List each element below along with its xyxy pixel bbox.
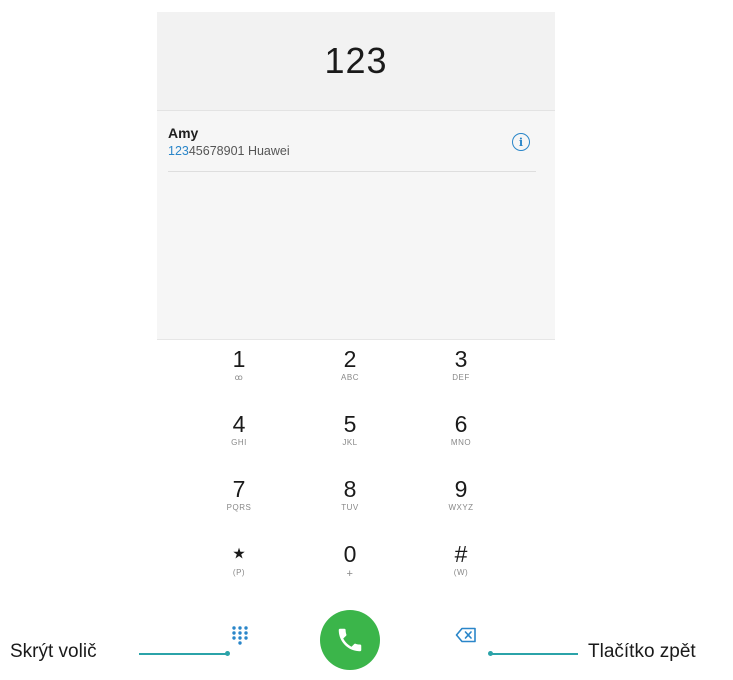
key-3[interactable]: 3 DEF [416, 346, 506, 398]
key-4[interactable]: 4 GHI [194, 411, 284, 463]
key-letters: JKL [342, 438, 358, 447]
dialer-screen: 123 Amy 12345678901 Huawei i 1 ꝏ 2 ABC 3… [157, 12, 555, 680]
phone-icon [338, 628, 362, 652]
matched-digits: 123 [168, 144, 189, 158]
contact-list-item[interactable]: Amy 12345678901 Huawei i [168, 125, 538, 173]
key-2[interactable]: 2 ABC [305, 346, 395, 398]
key-digit: ⋆ [229, 537, 249, 570]
key-digit: 0 [343, 541, 357, 567]
backspace-button[interactable] [455, 627, 477, 643]
key-7[interactable]: 7 PQRS [194, 476, 284, 528]
call-button[interactable] [320, 610, 380, 670]
contact-carrier: Huawei [244, 144, 290, 158]
key-letters: + [346, 568, 354, 580]
contact-divider [168, 171, 536, 172]
dialed-number: 123 [324, 40, 388, 81]
key-letters: MNO [450, 438, 472, 447]
key-1[interactable]: 1 ꝏ [194, 346, 284, 398]
key-digit: 6 [454, 411, 468, 437]
dialer-action-bar [157, 604, 555, 680]
key-digit: # [454, 541, 468, 567]
key-letters: ABC [341, 373, 359, 382]
key-letters: PQRS [226, 503, 252, 512]
remaining-digits: 45678901 [188, 144, 245, 158]
key-digit: 5 [343, 411, 357, 437]
key-6[interactable]: 6 MNO [416, 411, 506, 463]
key-digit: 8 [343, 476, 357, 502]
contact-number: 12345678901 Huawei [168, 144, 290, 158]
hide-dialpad-callout-line [139, 653, 227, 655]
key-letters: WXYZ [448, 503, 474, 512]
backspace-callout-line [490, 653, 578, 655]
key-digit: 2 [343, 346, 357, 372]
voicemail-icon: ꝏ [234, 373, 244, 382]
key-letters: (P) [232, 568, 246, 577]
backspace-icon [455, 627, 476, 643]
contact-name: Amy [168, 125, 199, 141]
key-0[interactable]: 0 + [305, 541, 395, 593]
contact-results: Amy 12345678901 Huawei i [157, 111, 555, 339]
key-letters: GHI [231, 438, 247, 447]
key-star[interactable]: ⋆ (P) [194, 537, 284, 593]
hide-dialpad-button[interactable] [229, 624, 251, 646]
callout-dot [225, 651, 230, 656]
hide-dialpad-callout-label: Skrýt volič [10, 641, 97, 662]
key-5[interactable]: 5 JKL [305, 411, 395, 463]
key-8[interactable]: 8 TUV [305, 476, 395, 528]
key-9[interactable]: 9 WXYZ [416, 476, 506, 528]
dialpad-grid-icon [232, 626, 248, 645]
backspace-callout-label: Tlačítko zpět [588, 641, 696, 662]
key-digit: 4 [232, 411, 246, 437]
key-hash[interactable]: # (W) [416, 541, 506, 593]
number-display: 123 [157, 12, 555, 110]
key-digit: 7 [232, 476, 246, 502]
key-letters: (W) [453, 568, 469, 577]
info-icon[interactable]: i [512, 133, 530, 151]
key-letters: TUV [341, 503, 359, 512]
key-digit: 3 [454, 346, 468, 372]
key-digit: 9 [454, 476, 468, 502]
key-digit: 1 [232, 346, 246, 372]
key-letters: DEF [452, 373, 470, 382]
dialpad: 1 ꝏ 2 ABC 3 DEF 4 GHI 5 JKL 6 MNO 7 PQRS… [157, 340, 555, 602]
